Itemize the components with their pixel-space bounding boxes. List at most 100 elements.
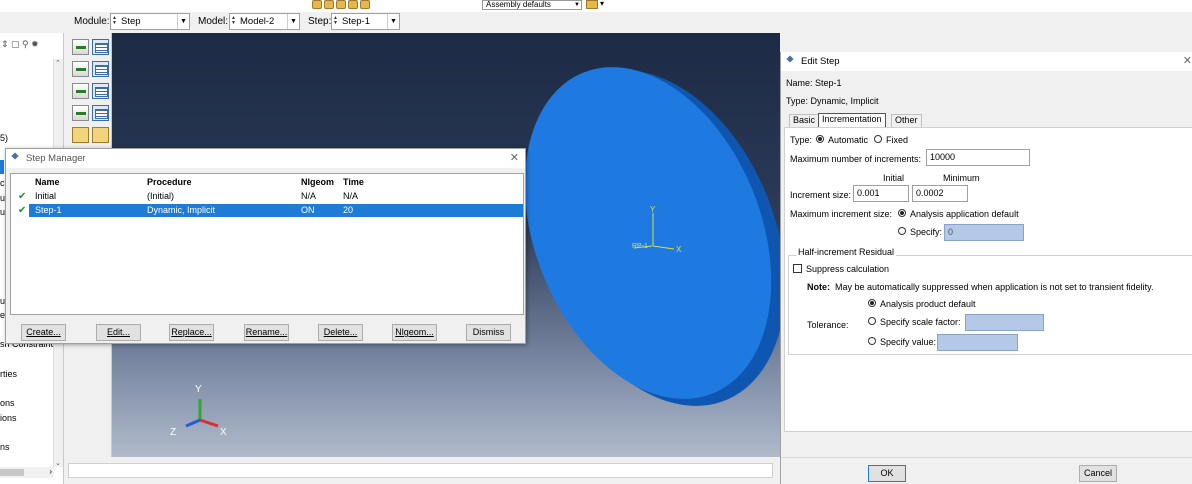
adaptive-mesh-icon[interactable] bbox=[72, 105, 89, 121]
scrollbar-thumb[interactable] bbox=[0, 469, 24, 476]
tree-selection-marker bbox=[0, 160, 4, 174]
color-code-icon[interactable] bbox=[586, 0, 598, 9]
render-icon[interactable] bbox=[324, 0, 334, 9]
top-toolbar: Assembly defaults ▼ ▾ bbox=[0, 0, 1192, 12]
tree-horizontal-scrollbar[interactable]: › bbox=[0, 467, 54, 478]
tolerance-scale-input[interactable] bbox=[965, 314, 1044, 331]
create-history-output-icon[interactable] bbox=[72, 83, 89, 99]
table-row-selected[interactable]: Step-1 Dynamic, Implicit ON 20 bbox=[29, 204, 523, 217]
max-increments-input[interactable]: 10000 bbox=[926, 149, 1030, 166]
chevron-down-icon: ▼ bbox=[177, 14, 189, 29]
triad-x-label: X bbox=[220, 427, 227, 438]
replace-button[interactable]: Replace... bbox=[169, 324, 214, 341]
table-header: Name Procedure Nlgeom Time bbox=[11, 176, 523, 189]
edit-step-dialog: ⯁ Edit Step ✕ Name: Step-1 Type: Dynamic… bbox=[780, 52, 1192, 484]
tree-item[interactable]: ns bbox=[0, 442, 10, 452]
minimum-column-label: Minimum bbox=[943, 173, 980, 183]
nlgeom-button[interactable]: Nlgeom... bbox=[392, 324, 437, 341]
module-select[interactable]: ▲ ▼ Step ▼ bbox=[110, 13, 190, 30]
abaqus-icon: ⯁ bbox=[786, 55, 794, 66]
check-icon: ✔ bbox=[18, 205, 27, 216]
assembly-display-value: Assembly defaults bbox=[486, 0, 551, 9]
increment-initial-input[interactable]: 0.001 bbox=[853, 185, 909, 202]
note-label: Note: bbox=[807, 282, 830, 292]
tolerance-label: Tolerance: bbox=[807, 320, 849, 330]
tab-incrementation[interactable]: Incrementation bbox=[818, 113, 886, 127]
max-increment-specify-radio[interactable] bbox=[898, 227, 906, 235]
display-toolbar-icons[interactable] bbox=[312, 0, 384, 10]
step-manager-titlebar[interactable]: ⯁ Step Manager ✕ bbox=[6, 149, 525, 168]
edit-button[interactable]: Edit... bbox=[96, 324, 141, 341]
edit-step-titlebar[interactable]: ⯁ Edit Step ✕ bbox=[781, 52, 1192, 71]
context-bar: Module: ▲ ▼ Step ▼ Model: ▲ ▼ Model-2 ▼ St… bbox=[0, 12, 1192, 33]
ok-button[interactable]: OK bbox=[868, 465, 906, 482]
chevron-right-icon[interactable]: › bbox=[49, 467, 52, 476]
tolerance-value-input[interactable] bbox=[937, 334, 1018, 351]
dismiss-button[interactable]: Dismiss bbox=[466, 324, 511, 341]
render-icon[interactable] bbox=[348, 0, 358, 9]
close-icon[interactable]: ✕ bbox=[1183, 52, 1192, 71]
column-header-procedure: Procedure bbox=[147, 177, 192, 187]
initial-column-label: Initial bbox=[883, 173, 905, 183]
check-icon: ✔ bbox=[18, 191, 27, 202]
step-value: Step-1 bbox=[342, 16, 370, 27]
history-output-manager-icon[interactable] bbox=[92, 83, 109, 99]
spin-arrows-icon: ▲ ▼ bbox=[112, 15, 117, 26]
tolerance-scale-radio[interactable] bbox=[868, 317, 876, 325]
model-value: Model-2 bbox=[240, 16, 275, 27]
tree-item[interactable]: ions bbox=[0, 413, 17, 423]
step-manager-icon[interactable] bbox=[92, 39, 109, 55]
suppress-calculation-checkbox[interactable] bbox=[793, 264, 802, 273]
model-select[interactable]: ▲ ▼ Model-2 ▼ bbox=[229, 13, 300, 30]
tree-item[interactable]: rties bbox=[0, 369, 17, 379]
rp-x-label: X bbox=[676, 245, 682, 254]
type-label: Type: bbox=[790, 135, 813, 145]
ale-domain-icon[interactable] bbox=[72, 127, 89, 143]
prompt-area bbox=[64, 457, 780, 484]
tab-other[interactable]: Other bbox=[891, 114, 922, 127]
chevron-up-icon[interactable]: ⌃ bbox=[55, 59, 61, 67]
step-select[interactable]: ▲ ▼ Step-1 ▼ bbox=[331, 13, 400, 30]
create-button[interactable]: Create... bbox=[21, 324, 66, 341]
column-header-time: Time bbox=[343, 177, 364, 187]
increment-size-label: Increment size: bbox=[790, 190, 852, 200]
assembly-display-select[interactable]: Assembly defaults ▼ bbox=[482, 0, 582, 10]
rename-button[interactable]: Rename... bbox=[244, 324, 289, 341]
increment-minimum-input[interactable]: 0.0002 bbox=[912, 185, 968, 202]
step-time: N/A bbox=[343, 191, 359, 201]
close-icon[interactable]: ✕ bbox=[510, 149, 519, 168]
cancel-button[interactable]: Cancel bbox=[1079, 465, 1117, 482]
prompt-field[interactable] bbox=[68, 463, 773, 478]
step-nlgeom: N/A bbox=[301, 191, 317, 201]
field-output-manager-icon[interactable] bbox=[92, 61, 109, 77]
create-field-output-icon[interactable] bbox=[72, 61, 89, 77]
render-icon[interactable] bbox=[312, 0, 322, 9]
triad-z-label: Z bbox=[170, 427, 176, 438]
tree-item[interactable]: 5) bbox=[0, 133, 8, 143]
step-type-line: Type: Dynamic, Implicit bbox=[786, 96, 879, 106]
spin-arrows-icon: ▲ ▼ bbox=[231, 15, 236, 26]
max-increment-specify-input[interactable]: 0 bbox=[944, 224, 1024, 241]
suppress-calculation-label: Suppress calculation bbox=[806, 264, 890, 274]
tree-item[interactable]: ons bbox=[0, 398, 15, 408]
create-step-icon[interactable] bbox=[72, 39, 89, 55]
delete-button[interactable]: Delete... bbox=[318, 324, 363, 341]
ale-controls-icon[interactable] bbox=[92, 127, 109, 143]
tree-toolbar-icons[interactable]: ⇕ ▢ ⚲ ✹ bbox=[1, 39, 39, 50]
chevron-down-icon[interactable]: ▾ bbox=[600, 0, 604, 8]
step-nlgeom: ON bbox=[301, 205, 315, 215]
type-fixed-radio[interactable] bbox=[874, 135, 882, 143]
adaptive-mesh-manager-icon[interactable] bbox=[92, 105, 109, 121]
chevron-down-icon[interactable]: ⌄ bbox=[55, 459, 61, 467]
step-table[interactable]: Name Procedure Nlgeom Time ✔ Initial (In… bbox=[10, 173, 524, 315]
column-header-name: Name bbox=[35, 177, 60, 187]
render-icon[interactable] bbox=[336, 0, 346, 9]
render-icon[interactable] bbox=[360, 0, 370, 9]
max-increment-specify-label: Specify: bbox=[910, 227, 943, 237]
table-row[interactable]: ✔ Initial (Initial) N/A N/A bbox=[11, 190, 523, 203]
tolerance-value-radio[interactable] bbox=[868, 337, 876, 345]
type-automatic-radio[interactable] bbox=[816, 135, 824, 143]
tolerance-default-radio[interactable] bbox=[868, 299, 876, 307]
tab-basic[interactable]: Basic bbox=[789, 114, 820, 127]
max-increment-default-radio[interactable] bbox=[898, 209, 906, 217]
